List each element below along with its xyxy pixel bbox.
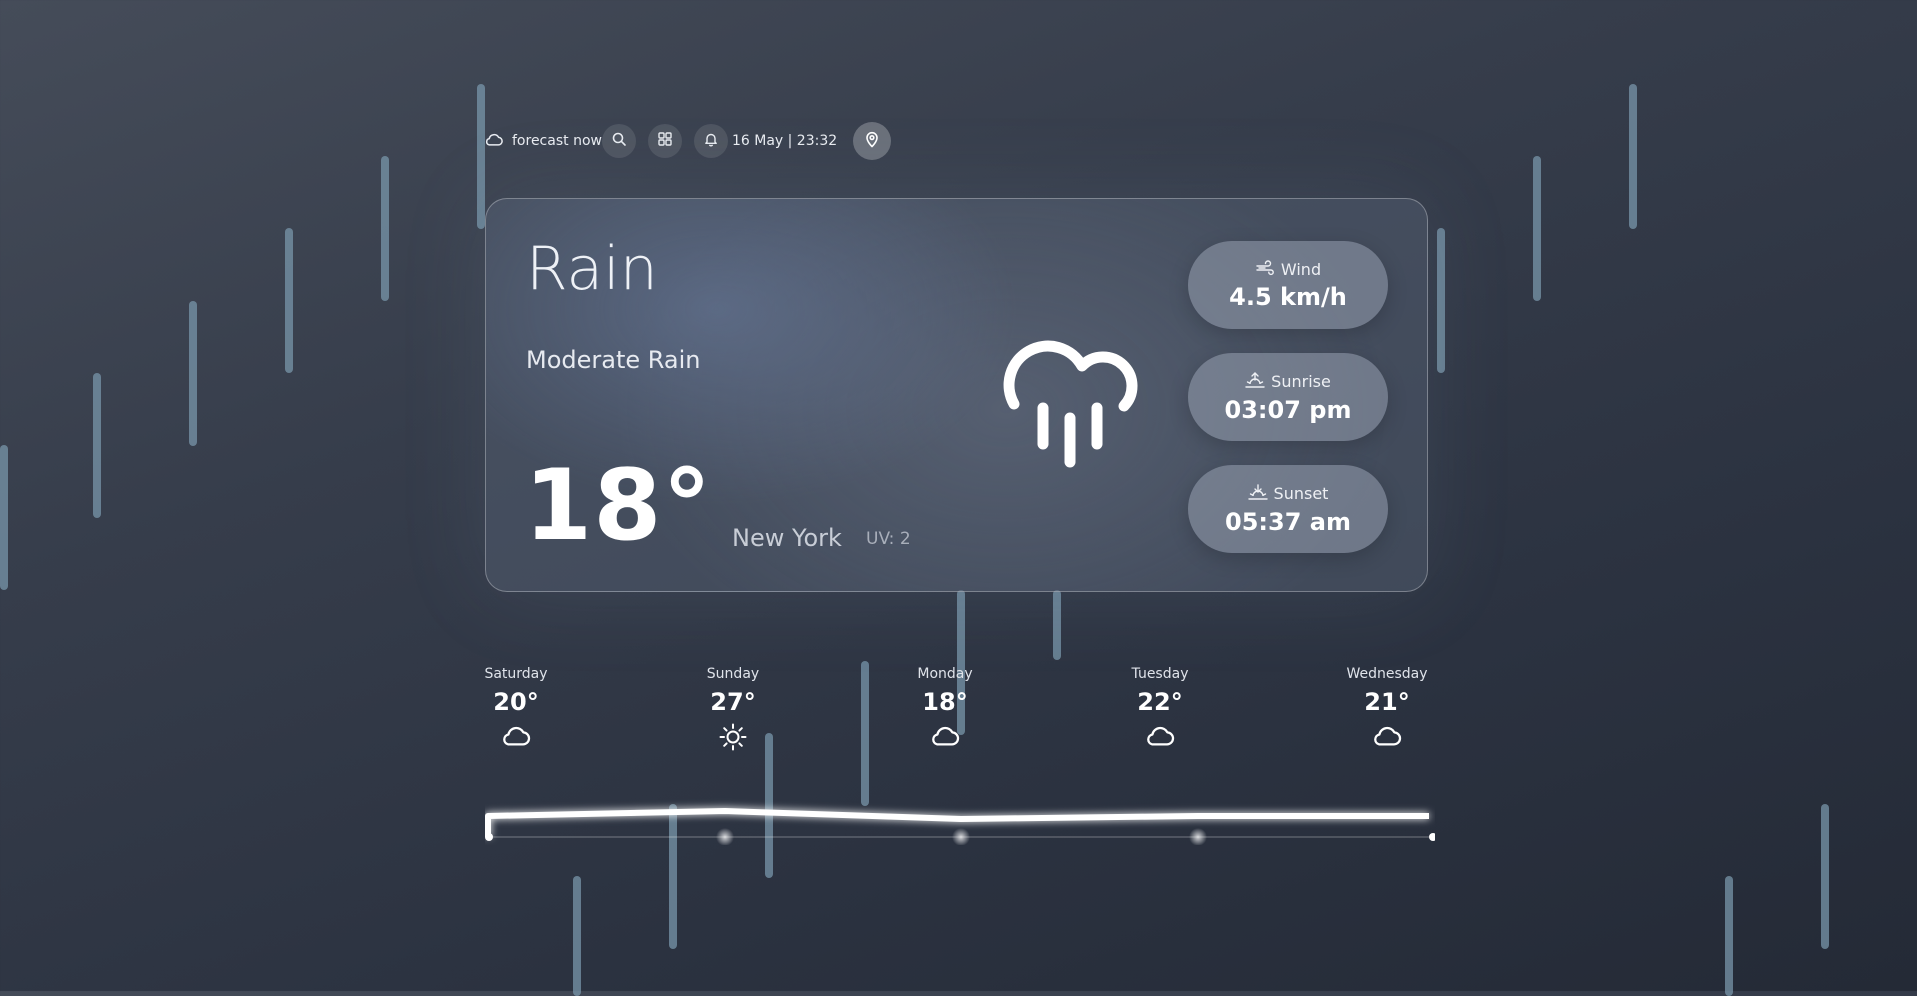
- wind-icon: [1255, 259, 1275, 280]
- location-pin-icon: [863, 130, 881, 152]
- wind-stat: Wind 4.5 km/h: [1188, 241, 1388, 329]
- brand: forecast now: [484, 131, 602, 151]
- forecast-day-name: Monday: [917, 666, 973, 682]
- forecast-day[interactable]: Saturday 20°: [451, 666, 581, 752]
- notifications-button[interactable]: [693, 124, 728, 158]
- current-temperature: 18°: [524, 449, 713, 563]
- location-button[interactable]: [853, 122, 892, 160]
- sunset-value: 05:37 am: [1225, 507, 1351, 536]
- sunrise-value: 03:07 pm: [1224, 395, 1352, 424]
- sun-icon: [718, 722, 748, 756]
- wind-value: 4.5 km/h: [1229, 282, 1347, 311]
- forecast-day-temp: 21°: [1364, 688, 1410, 716]
- bell-icon: [703, 131, 719, 151]
- forecast-day-name: Saturday: [484, 666, 548, 682]
- condition-description: Moderate Rain: [526, 346, 701, 374]
- sunset-icon: [1247, 483, 1268, 505]
- rain-cloud-icon: [986, 324, 1156, 478]
- sunrise-label: Sunrise: [1271, 372, 1331, 391]
- cloud-icon: [1144, 722, 1176, 752]
- cloud-icon: [500, 722, 532, 752]
- forecast-day[interactable]: Monday 18°: [880, 666, 1010, 752]
- cloud-icon: [929, 722, 961, 752]
- sunset-stat: Sunset 05:37 am: [1188, 465, 1388, 553]
- top-bar: forecast now 16 May | 23:32: [484, 122, 892, 160]
- search-button[interactable]: [601, 124, 636, 158]
- sunrise-icon: [1245, 371, 1265, 393]
- current-weather-card: Rain Moderate Rain 18° New York UV: 2 Wi…: [485, 198, 1428, 592]
- grid-icon: [657, 131, 673, 151]
- forecast-day-name: Tuesday: [1131, 666, 1189, 682]
- forecast-day-temp: 22°: [1137, 688, 1183, 716]
- cloud-icon: [484, 131, 504, 151]
- forecast-day[interactable]: Wednesday 21°: [1322, 666, 1452, 752]
- wind-label: Wind: [1280, 260, 1322, 279]
- forecast-day-name: Sunday: [706, 666, 760, 682]
- cloud-icon: [1371, 722, 1403, 752]
- forecast-day-temp: 27°: [710, 688, 756, 716]
- forecast-day-temp: 18°: [922, 688, 968, 716]
- apps-button[interactable]: [647, 124, 682, 158]
- date-time: 16 May | 23:32: [731, 133, 838, 149]
- brand-name: forecast now: [512, 133, 602, 149]
- uv-index: UV: 2: [866, 529, 911, 549]
- sunrise-stat: Sunrise 03:07 pm: [1188, 353, 1388, 441]
- temperature-trend-line: [485, 808, 1435, 845]
- forecast-day-temp: 20°: [493, 688, 539, 716]
- search-icon: [611, 131, 627, 151]
- forecast-day[interactable]: Sunday 27°: [668, 666, 798, 756]
- condition-title: Rain: [526, 234, 658, 304]
- sunset-label: Sunset: [1273, 484, 1329, 503]
- forecast-day-name: Wednesday: [1346, 666, 1428, 682]
- city-name: New York: [732, 524, 842, 552]
- forecast-day[interactable]: Tuesday 22°: [1095, 666, 1225, 752]
